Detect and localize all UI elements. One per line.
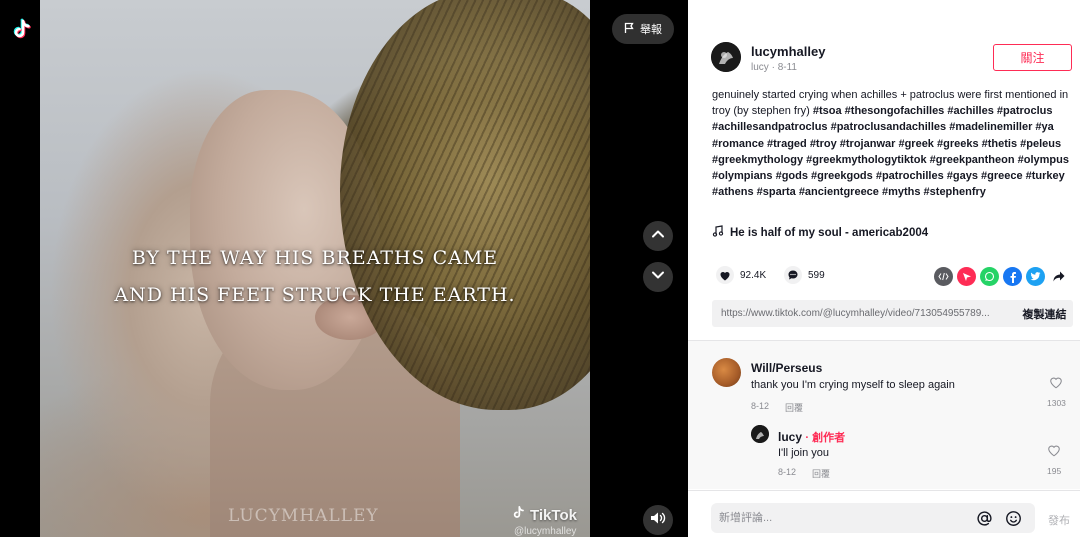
video-player[interactable]: BY THE WAY HIS BREATHS CAME AND HIS FEET… [0,0,688,537]
heart-outline-icon [1049,376,1063,391]
send-to-friends-icon[interactable] [957,267,976,286]
video-caption: genuinely started crying when achilles +… [712,87,1074,200]
music-note-icon [712,225,724,240]
reply-author-name[interactable]: lucy [778,430,802,444]
creator-watermark: LUCYMHALLEY [228,506,379,526]
video-overlay-line-1: BY THE WAY HIS BREATHS CAME [131,247,499,269]
tiktok-logo-icon[interactable] [10,18,34,42]
post-comment-button[interactable]: 發布 [1048,512,1070,528]
embed-icon[interactable] [934,267,953,286]
volume-button[interactable] [643,505,673,535]
volume-icon [650,511,666,530]
comment-meta: 8-12 回覆 [751,401,803,414]
reply-date: 8-12 [778,467,797,477]
music-link[interactable]: He is half of my soul - americab2004 [712,225,928,240]
tiktok-watermark-handle: @lucymhalley [514,526,577,537]
author-avatar[interactable] [711,42,741,72]
comment-like-button[interactable]: 1303 [1047,376,1066,408]
comment-button[interactable]: 599 [784,266,825,284]
comment-bubble-icon [784,266,802,284]
previous-video-button[interactable] [643,221,673,251]
author-meta: lucy · 8-11 [751,62,797,73]
reply-like-button[interactable]: 195 [1047,444,1061,476]
reply-reply-button[interactable]: 回覆 [812,467,830,480]
commenter-avatar[interactable] [712,358,741,387]
emoji-icon[interactable] [1005,510,1022,532]
author-username[interactable]: lucymhalley [751,44,825,59]
whatsapp-icon[interactable] [980,267,999,286]
twitter-icon[interactable] [1026,267,1045,286]
heart-outline-icon [1047,444,1061,459]
chevron-down-icon [651,268,665,287]
music-title: He is half of my soul - americab2004 [730,226,929,239]
mention-icon[interactable] [976,510,993,532]
report-button[interactable]: 舉報 [612,14,674,44]
author-nickname: lucy [751,62,769,73]
share-buttons [934,267,1068,286]
creator-reply-name[interactable]: lucy · 創作者 [778,429,845,445]
tiktok-note-icon [510,505,526,525]
video-link-box[interactable]: https://www.tiktok.com/@lucymhalley/vide… [712,300,1073,327]
composer-divider [688,490,1080,491]
comments-list [688,341,1080,489]
share-arrow-icon[interactable] [1049,267,1068,286]
reply-button[interactable]: 回覆 [785,401,803,414]
comment-like-count: 1303 [1047,398,1066,408]
reply-meta: 8-12 回覆 [778,467,830,480]
video-link-url[interactable]: https://www.tiktok.com/@lucymhalley/vide… [721,308,990,319]
comment-count: 599 [808,269,825,281]
post-date: 8-11 [777,62,797,73]
copy-link-button[interactable]: 複製連結 [1016,300,1073,327]
comment-text: thank you I'm crying myself to sleep aga… [751,379,955,391]
reply-like-count: 195 [1047,466,1062,476]
comment-date: 8-12 [751,401,770,411]
tiktok-watermark: TikTok [510,505,577,525]
heart-icon [716,266,734,284]
caption-hashtags[interactable]: #tsoa #thesongofachilles #achilles #patr… [712,105,1069,198]
video-overlay-line-2: AND HIS FEET STRUCK THE EARTH. [114,284,516,306]
chevron-up-icon [651,227,665,246]
facebook-icon[interactable] [1003,267,1022,286]
creator-badge: · 創作者 [805,432,846,444]
like-count: 92.4K [740,269,767,281]
tiktok-watermark-text: TikTok [530,506,577,524]
reply-text: I'll join you [778,447,830,459]
next-video-button[interactable] [643,262,673,292]
report-label: 舉報 [640,24,662,36]
creator-reply-avatar[interactable] [751,425,769,443]
like-button[interactable]: 92.4K [716,266,766,284]
follow-button[interactable]: 關注 [993,44,1072,71]
commenter-name[interactable]: Will/Perseus [751,361,822,375]
flag-icon [624,22,635,37]
